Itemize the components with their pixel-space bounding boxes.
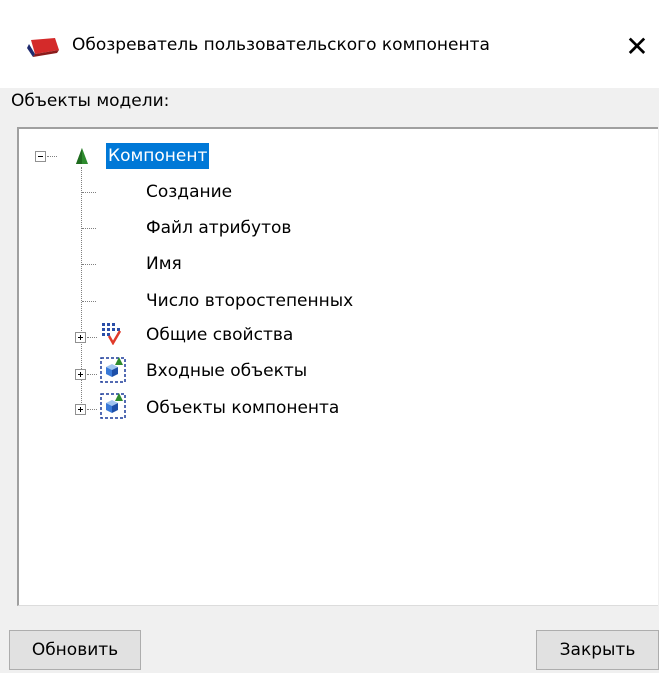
tree-connector xyxy=(87,409,97,410)
general-properties-expand-toggle[interactable] xyxy=(75,332,86,343)
tree-item-attribute[interactable]: Создание xyxy=(146,177,232,207)
tree-connector xyxy=(87,374,97,375)
tree-item-attribute[interactable]: Файл атрибутов xyxy=(146,213,291,243)
tree-item-attribute[interactable]: Имя xyxy=(146,249,182,279)
refresh-button[interactable]: Обновить xyxy=(9,630,141,670)
tree-connector xyxy=(82,301,96,302)
tree-connector xyxy=(82,264,96,265)
component-objects-expand-toggle[interactable] xyxy=(75,404,86,415)
tree-item-component-objects[interactable]: Объекты компонента xyxy=(146,393,339,423)
close-icon[interactable]: ✕ xyxy=(622,30,652,64)
tree-item-root[interactable]: Компонент xyxy=(106,143,210,169)
app-icon xyxy=(27,38,59,57)
tree-connector xyxy=(47,156,57,157)
tree-connector xyxy=(87,337,97,338)
root-collapse-toggle[interactable] xyxy=(35,151,46,162)
component-objects-icon xyxy=(100,357,126,383)
tree-item-input-objects[interactable]: Входные объекты xyxy=(146,356,307,386)
close-button[interactable]: Закрыть xyxy=(536,630,659,670)
tree-connector xyxy=(82,192,96,193)
tree-item-attribute[interactable]: Число второстепенных xyxy=(146,286,353,316)
title-bar: Обозреватель пользовательского компонент… xyxy=(0,0,659,88)
model-objects-label: Объекты модели: xyxy=(11,91,170,111)
input-objects-expand-toggle[interactable] xyxy=(75,369,86,380)
model-objects-tree[interactable]: Компонент Создание Файл атрибутов Имя Чи… xyxy=(17,127,658,606)
tree-connector xyxy=(82,228,96,229)
properties-list-icon xyxy=(102,323,122,345)
window-title: Обозреватель пользовательского компонент… xyxy=(72,35,490,55)
green-triangle-icon xyxy=(76,148,88,164)
component-objects-icon xyxy=(100,393,126,419)
tree-item-general-properties[interactable]: Общие свойства xyxy=(146,320,293,350)
